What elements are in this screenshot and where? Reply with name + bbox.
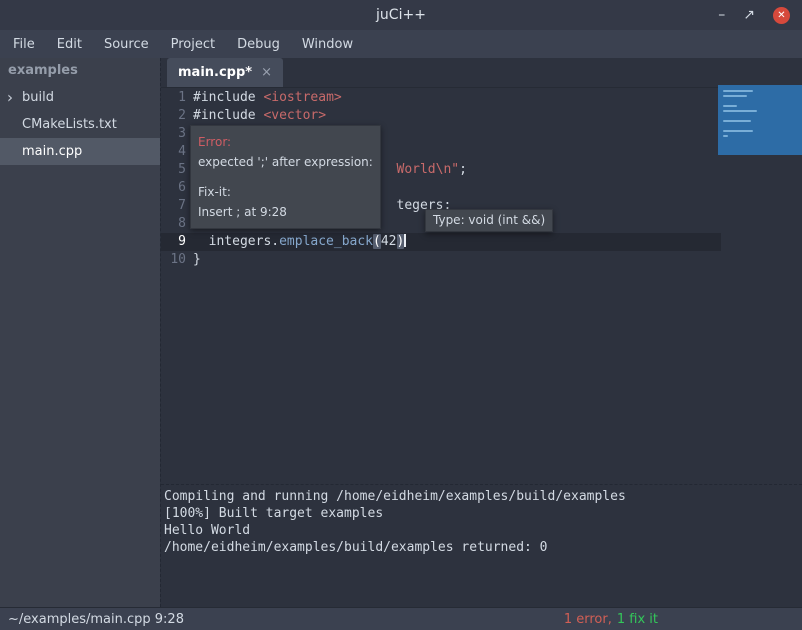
window-controls: – ↗ ✕ — [718, 0, 790, 30]
overview-line — [723, 90, 753, 92]
status-error-count: 1 error, — [564, 612, 612, 627]
terminal-line: Hello World — [164, 522, 802, 539]
line-number: 7 — [161, 197, 191, 215]
file-tree: examples › build CMakeLists.txt main.cpp — [0, 58, 160, 607]
code-line-2[interactable]: 2#include <vector> — [161, 107, 802, 125]
chevron-right-icon[interactable]: › — [7, 90, 13, 105]
maximize-icon[interactable]: ↗ — [743, 7, 755, 23]
code-text: } — [191, 251, 201, 269]
window-title: juCi++ — [376, 7, 426, 23]
terminal-output[interactable]: Compiling and running /home/eidheim/exam… — [161, 484, 802, 607]
overview-line — [723, 110, 757, 112]
fixit-text: Insert ; at 9:28 — [198, 202, 373, 222]
line-number: 9 — [161, 233, 191, 251]
overview-line — [723, 120, 751, 122]
code-line-10[interactable]: 10} — [161, 251, 802, 269]
tabbar: main.cpp* × — [161, 58, 802, 88]
terminal-line: Compiling and running /home/eidheim/exam… — [164, 488, 802, 505]
overview-line — [723, 130, 753, 132]
tab-label: main.cpp* — [178, 65, 252, 80]
file-label: main.cpp — [22, 144, 82, 159]
sidebar-item-build[interactable]: › build — [0, 84, 160, 111]
line-number: 4 — [161, 143, 191, 161]
line-number: 8 — [161, 215, 191, 233]
code-editor[interactable]: 1#include <iostream>2#include <vector>34… — [161, 88, 802, 484]
file-label: build — [22, 90, 54, 105]
line-number: 1 — [161, 89, 191, 107]
error-tooltip-title: Error: — [198, 132, 373, 152]
menu-window[interactable]: Window — [291, 30, 364, 58]
project-name: examples — [0, 58, 160, 84]
overview-line — [723, 105, 737, 107]
menu-edit[interactable]: Edit — [46, 30, 93, 58]
line-number: 6 — [161, 179, 191, 197]
line-number: 3 — [161, 125, 191, 143]
menu-file[interactable]: File — [2, 30, 46, 58]
main-area: examples › build CMakeLists.txt main.cpp ma… — [0, 58, 802, 607]
sidebar-item-main-cpp[interactable]: main.cpp — [0, 138, 160, 165]
tab-main-cpp-[interactable]: main.cpp* × — [167, 58, 283, 87]
editor-pane: main.cpp* × 1#include <iostream>2#include… — [160, 58, 802, 607]
file-tree-items: › build CMakeLists.txt main.cpp — [0, 84, 160, 165]
code-text: #include <vector> — [191, 107, 326, 125]
text-caret — [404, 234, 406, 247]
status-location: ~/examples/main.cpp 9:28 — [8, 612, 184, 627]
status-diagnostics: 1 error, 1 fix it — [564, 612, 658, 627]
file-label: CMakeLists.txt — [22, 117, 117, 132]
overview-map[interactable] — [718, 85, 802, 155]
line-number: 10 — [161, 251, 191, 269]
line-number: 5 — [161, 161, 191, 179]
juci-window: juCi++ – ↗ ✕ FileEditSourceProjectDebugW… — [0, 0, 802, 630]
overview-line — [723, 135, 728, 137]
close-icon[interactable]: ✕ — [773, 7, 790, 24]
error-tooltip: Error: expected ';' after expression: Fi… — [190, 125, 381, 229]
code-text: #include <iostream> — [191, 89, 342, 107]
code-line-9[interactable]: 9 integers.emplace_back(42) — [161, 233, 802, 251]
type-tooltip: Type: void (int &&) — [425, 209, 553, 232]
code-text: integers.emplace_back(42) — [191, 233, 406, 251]
terminal-line: /home/eidheim/examples/build/examples re… — [164, 539, 802, 556]
code-line-1[interactable]: 1#include <iostream> — [161, 89, 802, 107]
fixit-title: Fix-it: — [198, 182, 373, 202]
minimize-icon[interactable]: – — [718, 7, 725, 23]
menubar: FileEditSourceProjectDebugWindow — [0, 30, 802, 58]
status-fixit-count: 1 fix it — [617, 612, 658, 627]
tab-close-icon[interactable]: × — [261, 65, 272, 80]
error-tooltip-message: expected ';' after expression: — [198, 152, 373, 172]
menu-source[interactable]: Source — [93, 30, 160, 58]
titlebar: juCi++ – ↗ ✕ — [0, 0, 802, 30]
tooltip-spacer — [198, 172, 373, 182]
statusbar: ~/examples/main.cpp 9:28 1 error, 1 fix i… — [0, 607, 802, 630]
terminal-line: [100%] Built target examples — [164, 505, 802, 522]
menu-project[interactable]: Project — [160, 30, 226, 58]
sidebar-item-cmakelists-txt[interactable]: CMakeLists.txt — [0, 111, 160, 138]
menu-debug[interactable]: Debug — [226, 30, 291, 58]
line-number: 2 — [161, 107, 191, 125]
overview-line — [723, 95, 747, 97]
